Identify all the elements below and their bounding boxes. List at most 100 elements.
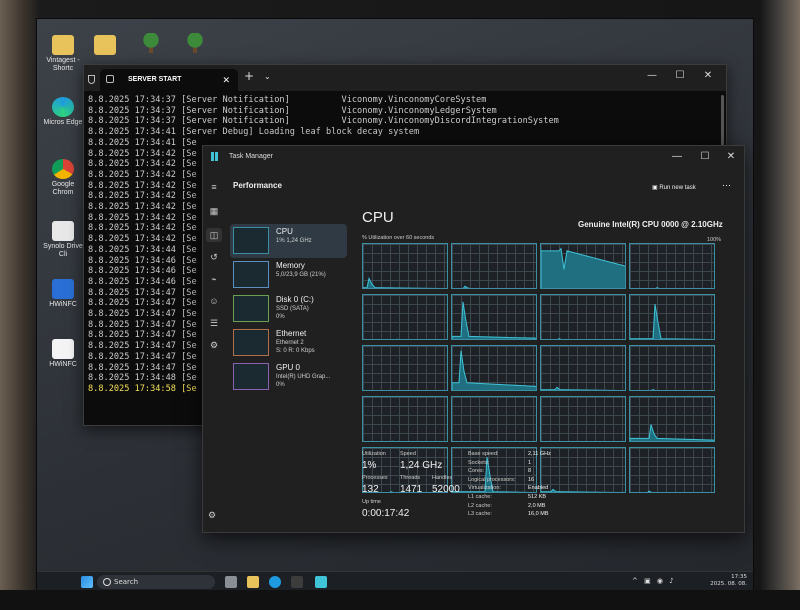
tm-minimize-icon[interactable]: — (663, 146, 691, 168)
close-icon[interactable]: ✕ (694, 65, 722, 87)
clock[interactable]: 17:35 2025. 08. 08. (710, 574, 747, 588)
core-utilization-area (363, 277, 440, 288)
new-tab-icon[interactable]: + (244, 69, 254, 83)
core-graph (629, 243, 715, 289)
desktop-icon-tree-1[interactable] (129, 33, 173, 55)
spec-value: 1 (528, 459, 532, 466)
desktop: Vintagest - Shortc Micros Edge Google Ch… (37, 19, 753, 571)
terminal-tab[interactable]: SERVER START ✕ (88, 69, 238, 91)
core-utilization-area (557, 338, 562, 339)
file-explorer-icon[interactable] (247, 576, 259, 588)
utilization-caption: % Utilization over 60 seconds (362, 235, 435, 241)
run-new-task-button[interactable]: ▣ Run new task (652, 184, 696, 191)
ethernet-thumbnail (233, 329, 269, 356)
core-graph (629, 294, 715, 340)
maximize-icon[interactable]: ☐ (666, 65, 694, 87)
screen: Vintagest - Shortc Micros Edge Google Ch… (36, 18, 754, 592)
uptime-value: 0:00:17:42 (362, 508, 410, 519)
core-utilization-area (651, 389, 656, 390)
core-graph (629, 345, 715, 391)
desktop-icon-edge[interactable]: Micros Edge (41, 97, 85, 127)
system-tray-icons[interactable]: ^ ▣ ◉ ♪ (632, 577, 676, 585)
edge-taskbar-icon[interactable] (269, 576, 281, 588)
task-view-icon[interactable] (225, 576, 237, 588)
cpu-core-graphs (362, 243, 722, 493)
core-graph (362, 396, 448, 442)
gpu-thumbnail (233, 363, 269, 390)
cpu-heading: CPU (362, 209, 394, 226)
taskbar: Search ^ ▣ ◉ ♪ 17:35 2025. 08. 08. (37, 571, 753, 591)
edge-icon (52, 97, 74, 117)
more-options-icon[interactable]: ⋯ (722, 180, 731, 191)
core-graph (540, 294, 626, 340)
resource-item-memory[interactable]: Memory 5,0/23,9 GB (21%) (230, 258, 347, 292)
tm-maximize-icon[interactable]: ☐ (691, 146, 719, 168)
tm-close-icon[interactable]: ✕ (717, 146, 745, 168)
resource-item-disk[interactable]: Disk 0 (C:) SSD (SATA) 0% (230, 292, 347, 326)
terminal-line: 8.8.2025 17:34:41 [Server Debug] Loading… (88, 127, 420, 138)
spec-label: L3 cache: (468, 511, 492, 518)
desktop-icon-hwinfo-doc[interactable]: HWiNFC (41, 339, 85, 369)
cpu-thumbnail (233, 227, 269, 254)
tm-nav: ≡ ▦ ◫ ↺ ⌁ ☺ ☰ ⚙ (203, 172, 225, 532)
spec-value: 2,11 GHz (528, 451, 551, 457)
core-utilization-area (452, 350, 536, 390)
desktop-icon-hwinfo[interactable]: HWiNFC (41, 279, 85, 309)
page-title: Performance (233, 181, 282, 190)
resource-item-gpu[interactable]: GPU 0 Intel(R) UHD Grap... 0% (230, 360, 347, 394)
services-icon[interactable]: ⚙ (209, 340, 219, 350)
tree-icon (140, 33, 162, 53)
folder-icon (94, 35, 116, 55)
spec-label: Base speed: (468, 451, 499, 457)
startup-apps-icon[interactable]: ⌁ (209, 274, 219, 284)
desktop-icon-vintagest[interactable]: Vintagest - Shortc (41, 35, 85, 73)
spec-label: Virtualization: (468, 485, 501, 492)
core-utilization-area (655, 287, 660, 288)
app-history-icon[interactable]: ↺ (209, 252, 219, 262)
desktop-icon-tree-2[interactable] (173, 33, 217, 55)
tab-close-icon[interactable]: ✕ (222, 69, 230, 91)
details-icon[interactable]: ☰ (209, 318, 219, 328)
task-manager-window[interactable]: Task Manager — ☐ ✕ ≡ ▦ ◫ ↺ ⌁ ☺ ☰ ⚙ ⚙ Per… (202, 145, 745, 533)
core-graph (451, 243, 537, 289)
disk-thumbnail (233, 295, 269, 322)
core-utilization-area (541, 386, 619, 390)
minimize-icon[interactable]: — (638, 65, 666, 87)
chevron-down-icon[interactable]: ⌄ (264, 72, 271, 81)
core-graph (362, 243, 448, 289)
terminal-icon (106, 75, 114, 83)
processes-value: 132 (362, 484, 379, 495)
task-manager-taskbar-icon[interactable] (315, 576, 327, 588)
start-icon[interactable] (81, 576, 93, 588)
terminal-line: 8.8.2025 17:34:37 [Server Notification] … (88, 105, 497, 116)
performance-icon[interactable]: ◫ (206, 228, 222, 242)
resource-item-cpu[interactable]: CPU 1% 1,24 GHz (230, 224, 347, 258)
chrome-icon (52, 159, 74, 179)
core-graph (540, 396, 626, 442)
utilization-value: 1% (362, 460, 377, 471)
processes-icon[interactable]: ▦ (209, 206, 219, 216)
core-graph (362, 294, 448, 340)
spec-label: Cores: (468, 468, 485, 475)
spec-value: 512 KB (528, 494, 547, 500)
handles-value: 52000 (432, 484, 460, 495)
hwinfo-icon (52, 279, 74, 299)
desktop-icon-synology[interactable]: Synolo Drive Cli (41, 221, 85, 259)
spec-label: Logical processors: (468, 476, 516, 483)
resource-item-ethernet[interactable]: Ethernet Ethernet 2 S: 0 R: 0 Kbps (230, 326, 347, 360)
task-manager-logo-icon (211, 152, 221, 161)
document-icon (52, 339, 74, 359)
cpu-model: Genuine Intel(R) CPU 0000 @ 2.10GHz (578, 220, 723, 229)
desktop-icon-chrome[interactable]: Google Chrom (41, 159, 85, 197)
core-utilization-area (541, 247, 625, 288)
hamburger-icon[interactable]: ≡ (209, 182, 219, 192)
folder-icon (52, 35, 74, 55)
core-graph (540, 243, 626, 289)
users-icon[interactable]: ☺ (209, 296, 219, 306)
desktop-icon-folder[interactable] (83, 35, 127, 57)
settings-icon[interactable]: ⚙ (208, 510, 216, 521)
core-utilization-area (462, 285, 471, 288)
terminal-taskbar-icon[interactable] (291, 576, 303, 588)
memory-thumbnail (233, 261, 269, 288)
search-box[interactable]: Search (97, 575, 215, 589)
